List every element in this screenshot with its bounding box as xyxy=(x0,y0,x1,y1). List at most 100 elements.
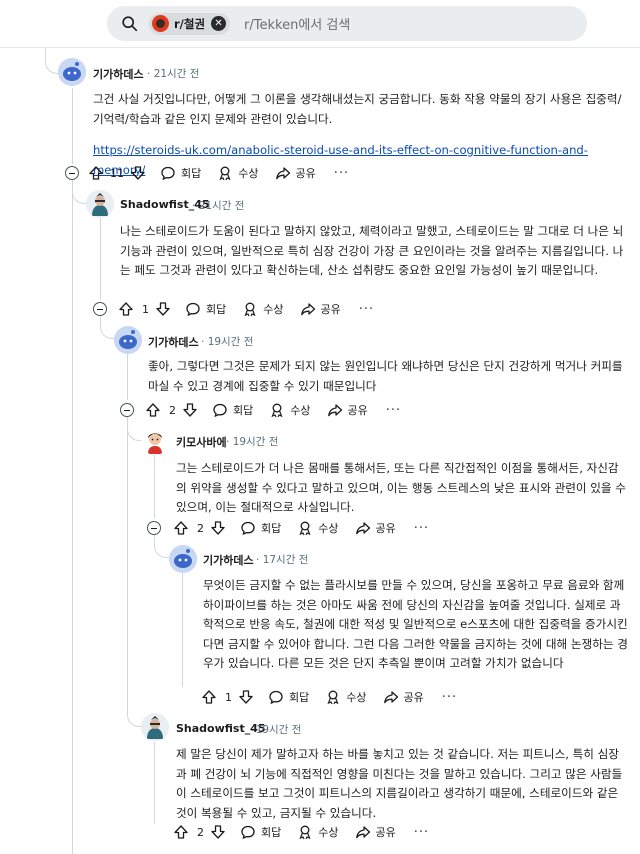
more-options-button[interactable]: ··· xyxy=(359,302,374,317)
avatar[interactable] xyxy=(169,545,197,573)
reply-button[interactable]: 회답 xyxy=(268,689,309,705)
upvote-button[interactable] xyxy=(118,301,134,317)
avatar[interactable] xyxy=(141,713,169,741)
comment-author[interactable]: 키모사바에 xyxy=(176,434,227,450)
reply-icon xyxy=(241,521,255,536)
collapse-thread-button[interactable] xyxy=(65,166,79,180)
downvote-button[interactable] xyxy=(155,301,171,317)
search-bar[interactable]: r/철권 ✕ r/Tekken에서 검색 xyxy=(107,6,587,41)
award-button[interactable]: 수상 xyxy=(297,824,339,840)
award-button[interactable]: 수상 xyxy=(242,301,284,317)
comment-actions: 11 회답 수상 공유 ··· xyxy=(88,163,349,183)
thread-line xyxy=(182,572,183,687)
comment-timestamp: · 21시간 전 xyxy=(147,68,200,80)
comment-actions: 1 회답 수상 공유 ··· xyxy=(201,687,457,707)
vote-count: 2 xyxy=(169,403,176,417)
collapse-thread-button[interactable] xyxy=(147,521,161,535)
more-options-button[interactable]: ··· xyxy=(414,825,429,840)
share-icon xyxy=(383,691,398,704)
remove-chip-icon[interactable]: ✕ xyxy=(211,16,227,31)
comment-time: 19시간 전 xyxy=(207,336,254,348)
collapse-thread-button[interactable] xyxy=(93,302,107,316)
share-label: 공유 xyxy=(375,826,396,839)
reply-icon xyxy=(186,302,200,317)
share-icon xyxy=(355,522,370,535)
share-label: 공유 xyxy=(347,404,368,417)
downvote-button[interactable] xyxy=(210,520,226,536)
award-button[interactable]: 수상 xyxy=(297,520,339,536)
shadowfist-avatar-icon xyxy=(86,190,114,218)
top-bar: r/철권 ✕ r/Tekken에서 검색 xyxy=(0,0,640,48)
comment-body: 제 말은 당신이 제가 말하고자 하는 바를 놓치고 있는 것 같습니다. 저는… xyxy=(176,747,623,820)
downvote-button[interactable] xyxy=(238,689,254,705)
avatar[interactable] xyxy=(141,427,169,455)
award-label: 수상 xyxy=(238,167,259,180)
thread-line xyxy=(100,218,101,300)
vote-count: 2 xyxy=(197,521,204,535)
vote-count: 2 xyxy=(197,825,204,839)
reply-label: 회답 xyxy=(206,303,227,316)
thread-line xyxy=(154,535,169,558)
comment-author[interactable]: 기가하데스 xyxy=(148,334,199,350)
comment-timestamp: · 19시간 전 xyxy=(249,724,302,736)
award-label: 수상 xyxy=(290,404,311,417)
reply-button[interactable]: 회답 xyxy=(160,165,201,181)
avatar[interactable] xyxy=(58,58,86,86)
downvote-button[interactable] xyxy=(182,402,198,418)
collapse-thread-button[interactable] xyxy=(120,403,134,417)
search-placeholder[interactable]: r/Tekken에서 검색 xyxy=(244,14,350,33)
comment-author[interactable]: 기가하데스 xyxy=(93,66,144,82)
share-button[interactable]: 공유 xyxy=(327,402,368,418)
share-label: 공유 xyxy=(403,691,424,704)
share-button[interactable]: 공유 xyxy=(383,689,424,705)
comment-author[interactable]: 기가하데스 xyxy=(203,552,254,568)
comment-actions: 1 회답 수상 공유 ··· xyxy=(118,299,374,319)
award-button[interactable]: 수상 xyxy=(269,402,311,418)
award-icon xyxy=(219,166,231,181)
share-label: 공유 xyxy=(320,303,341,316)
subreddit-chip: r/철권 ✕ xyxy=(149,12,231,35)
upvote-button[interactable] xyxy=(173,520,189,536)
share-label: 공유 xyxy=(295,167,316,180)
thread-line xyxy=(127,353,128,400)
reply-button[interactable]: 회답 xyxy=(212,402,253,418)
reply-label: 회답 xyxy=(261,826,282,839)
comment-timestamp: · 19시간 전 xyxy=(201,336,254,348)
award-button[interactable]: 수상 xyxy=(325,689,367,705)
avatar[interactable] xyxy=(114,326,142,354)
comment-actions: 2 회답 수상 공유 ··· xyxy=(145,400,401,420)
more-options-button[interactable]: ··· xyxy=(442,690,457,705)
upvote-button[interactable] xyxy=(88,165,104,181)
award-icon xyxy=(299,521,311,536)
thread-line xyxy=(154,455,155,518)
share-button[interactable]: 공유 xyxy=(300,301,341,317)
upvote-icon xyxy=(119,302,133,316)
share-button[interactable]: 공유 xyxy=(275,165,316,181)
award-button[interactable]: 수상 xyxy=(217,165,259,181)
snoo-avatar-icon xyxy=(169,545,197,573)
avatar[interactable] xyxy=(86,190,114,218)
comment-body: 나는 스테로이드가 도움이 된다고 말하지 않았고, 체력이라고 말했고, 스테… xyxy=(120,224,624,277)
share-button[interactable]: 공유 xyxy=(355,520,396,536)
more-options-button[interactable]: ··· xyxy=(414,521,429,536)
upvote-icon xyxy=(174,521,188,535)
upvote-button[interactable] xyxy=(201,689,217,705)
award-icon xyxy=(244,302,256,317)
reply-icon xyxy=(161,166,175,181)
comment-time: 17시간 전 xyxy=(262,554,309,566)
reply-button[interactable]: 회답 xyxy=(240,520,281,536)
comment-time: 21시간 전 xyxy=(198,200,245,212)
share-button[interactable]: 공유 xyxy=(355,824,396,840)
reply-button[interactable]: 회답 xyxy=(185,301,226,317)
more-options-button[interactable]: ··· xyxy=(386,403,401,418)
upvote-button[interactable] xyxy=(145,402,161,418)
downvote-button[interactable] xyxy=(130,165,146,181)
more-options-button[interactable]: ··· xyxy=(334,166,349,181)
downvote-button[interactable] xyxy=(210,824,226,840)
kimosabae-avatar-icon xyxy=(141,427,169,455)
reply-label: 회답 xyxy=(233,404,254,417)
reply-button[interactable]: 회답 xyxy=(240,824,281,840)
upvote-button[interactable] xyxy=(173,824,189,840)
share-icon xyxy=(355,826,370,839)
comment-timestamp: · 17시간 전 xyxy=(256,554,309,566)
